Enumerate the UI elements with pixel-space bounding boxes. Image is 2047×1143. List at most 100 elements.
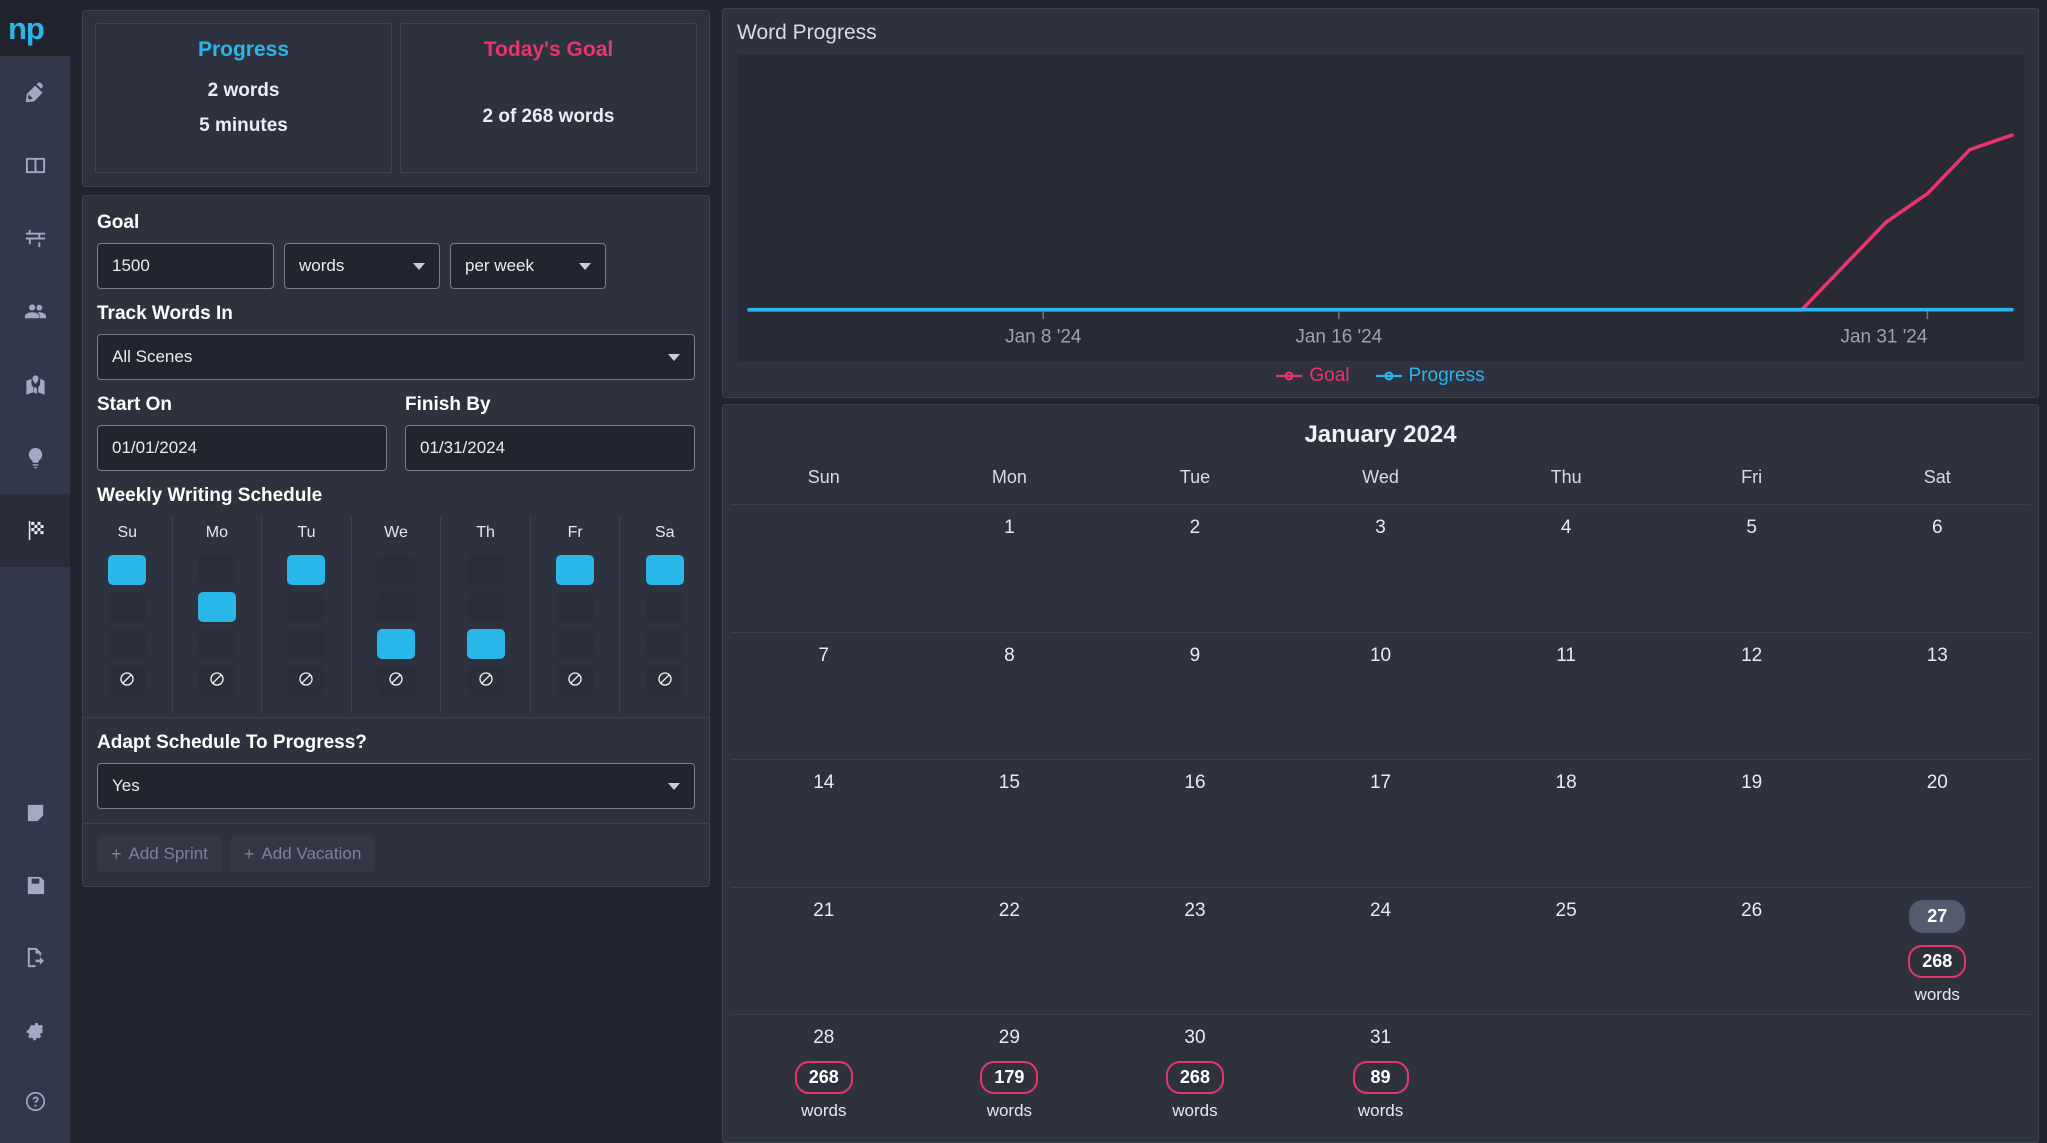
calendar-day-3[interactable]: 3	[1288, 505, 1474, 632]
schedule-th-low-button[interactable]	[466, 629, 505, 659]
goal-unit-select[interactable]: words	[284, 243, 440, 289]
adapt-schedule-select[interactable]: Yes	[97, 763, 695, 809]
calendar-day-26[interactable]: 26	[1659, 888, 1845, 1015]
schedule-tu-off-button[interactable]	[287, 666, 326, 696]
calendar-day-number: 5	[1746, 517, 1757, 538]
chevron-down-icon	[579, 262, 591, 270]
calendar-day-17[interactable]: 17	[1288, 760, 1474, 887]
calendar-day-28[interactable]: 28 268 words	[731, 1015, 917, 1142]
calendar-day-15[interactable]: 15	[917, 760, 1103, 887]
goal-amount-input[interactable]: 1500	[97, 243, 274, 289]
schedule-sa-low-button[interactable]	[645, 629, 684, 659]
calendar-day-number: 19	[1741, 772, 1763, 794]
calendar-day-27[interactable]: 27 268 words	[1844, 888, 2030, 1015]
schedule-sa-medium-button[interactable]	[645, 592, 684, 622]
sidebar-item-manuscript[interactable]	[0, 129, 70, 202]
outline-icon	[25, 229, 45, 248]
calendar-day-19[interactable]: 19	[1659, 760, 1845, 887]
schedule-fr-off-button[interactable]	[556, 666, 595, 696]
finish-by-input[interactable]: 01/31/2024	[405, 425, 695, 471]
calendar-day-13[interactable]: 13	[1844, 633, 2030, 760]
sidebar-item-ideas[interactable]	[0, 421, 70, 494]
schedule-we-medium-button[interactable]	[377, 592, 416, 622]
sidebar-item-help[interactable]	[0, 1065, 70, 1137]
calendar-day-number: 2	[1189, 517, 1201, 538]
calendar-day-number: 11	[1556, 644, 1576, 666]
add-sprint-button[interactable]: + Add Sprint	[97, 836, 222, 872]
schedule-th-off-button[interactable]	[466, 666, 505, 696]
calendar-day-14[interactable]: 14	[731, 760, 917, 887]
schedule-tu-medium-button[interactable]	[287, 592, 326, 622]
calendar-day-29[interactable]: 29 179 words	[917, 1015, 1103, 1142]
calendar-day-7[interactable]: 7	[731, 633, 917, 760]
todays-goal-value: 2 of 268 words	[482, 106, 615, 127]
sidebar-item-settings[interactable]	[0, 993, 70, 1065]
sidebar-item-places[interactable]	[0, 348, 70, 421]
chart-title: Word Progress	[737, 21, 877, 44]
schedule-mo-medium-button[interactable]	[197, 592, 236, 622]
schedule-tu-high-button[interactable]	[287, 555, 326, 585]
schedule-mo-low-button[interactable]	[197, 629, 236, 659]
calendar-day-6[interactable]: 6	[1844, 505, 2030, 632]
calendar-day-24[interactable]: 24	[1288, 888, 1474, 1015]
calendar-day-16[interactable]: 16	[1102, 760, 1288, 887]
calendar-day-9[interactable]: 9	[1102, 633, 1288, 760]
calendar-day-11[interactable]: 11	[1473, 633, 1659, 760]
calendar-day-25[interactable]: 25	[1473, 888, 1659, 1015]
calendar-day-1[interactable]: 1	[917, 505, 1103, 632]
start-on-label: Start On	[97, 394, 172, 415]
track-words-select[interactable]: All Scenes	[97, 334, 695, 380]
export-icon	[27, 947, 44, 967]
calendar-day-22[interactable]: 22	[917, 888, 1103, 1015]
schedule-sa-off-button[interactable]	[645, 666, 684, 696]
schedule-fr-high-button[interactable]	[556, 555, 595, 585]
schedule-fr-low-button[interactable]	[556, 629, 595, 659]
schedule-tu-low-button[interactable]	[287, 629, 326, 659]
schedule-su-off-button[interactable]	[108, 666, 147, 696]
calendar-day-8[interactable]: 8	[917, 633, 1103, 760]
sidebar-item-export[interactable]	[0, 921, 70, 993]
goal-period-value: per week	[465, 256, 534, 275]
schedule-day-label: Th	[476, 524, 495, 541]
start-on-input[interactable]: 01/01/2024	[97, 425, 387, 471]
chevron-down-icon	[668, 353, 680, 361]
schedule-we-low-button[interactable]	[377, 629, 416, 659]
calendar-day-12[interactable]: 12	[1659, 633, 1845, 760]
calendar-day-30[interactable]: 30 268 words	[1102, 1015, 1288, 1142]
goal-period-select[interactable]: per week	[450, 243, 606, 289]
calendar-day-5[interactable]: 5	[1659, 505, 1845, 632]
schedule-we-off-button[interactable]	[377, 666, 416, 696]
calendar-day-31[interactable]: 31 89 words	[1288, 1015, 1474, 1142]
sidebar-item-outline[interactable]	[0, 202, 70, 275]
calendar-day-10[interactable]: 10	[1288, 633, 1474, 760]
add-vacation-button[interactable]: + Add Vacation	[229, 836, 376, 872]
schedule-su-medium-button[interactable]	[108, 592, 147, 622]
schedule-day-label: Tu	[297, 524, 316, 541]
calendar-day-4[interactable]: 4	[1473, 505, 1659, 632]
schedule-su-high-button[interactable]	[108, 555, 147, 585]
schedule-fr-medium-button[interactable]	[556, 592, 595, 622]
schedule-mo-off-button[interactable]	[197, 666, 236, 696]
calendar-day-21[interactable]: 21	[731, 888, 917, 1015]
calendar-day-2[interactable]: 2	[1102, 505, 1288, 632]
calendar-day-empty	[731, 505, 917, 632]
schedule-sa-high-button[interactable]	[645, 555, 684, 585]
calendar-card: January 2024 Sun Mon Tue Wed Thu Fri Sat 12345…	[722, 404, 2039, 1143]
legend-item-progress[interactable]: Progress	[1375, 365, 1485, 387]
legend-item-goal[interactable]: Goal	[1276, 365, 1350, 387]
sidebar-item-write[interactable]	[0, 56, 70, 129]
schedule-th-medium-button[interactable]	[466, 592, 505, 622]
schedule-su-low-button[interactable]	[108, 629, 147, 659]
calendar-day-23[interactable]: 23	[1102, 888, 1288, 1015]
calendar-day-18[interactable]: 18	[1473, 760, 1659, 887]
sidebar-item-goals[interactable]	[0, 494, 70, 567]
schedule-th-high-button[interactable]	[466, 555, 505, 585]
calendar-day-20[interactable]: 20	[1844, 760, 2030, 887]
app-logo[interactable]: np	[0, 0, 70, 56]
calendar-day-number: 21	[813, 899, 835, 921]
sidebar-item-characters[interactable]	[0, 275, 70, 348]
schedule-mo-high-button[interactable]	[197, 555, 236, 585]
sidebar-item-notes[interactable]	[0, 777, 70, 849]
sidebar-item-save[interactable]	[0, 849, 70, 921]
schedule-we-high-button[interactable]	[377, 555, 416, 585]
